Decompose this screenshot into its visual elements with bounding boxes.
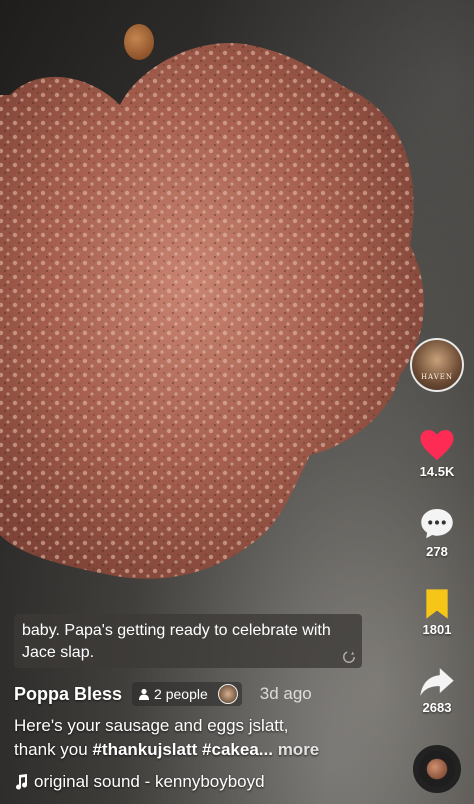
save-count: 1801 <box>422 622 452 637</box>
share-arrow-icon <box>420 668 454 696</box>
like-button[interactable]: 14.5K <box>400 428 474 479</box>
more-link[interactable]: more <box>278 740 320 759</box>
share-button[interactable]: 2683 <box>400 666 474 715</box>
hashtag-cakea[interactable]: #cakea... <box>202 740 273 759</box>
hashtag-thankujslatt[interactable]: #thankujslatt <box>92 740 197 759</box>
creator-meta-row: Poppa Bless 2 people 3d ago <box>14 682 312 706</box>
video-caption: baby. Papa's getting ready to celebrate … <box>22 622 331 661</box>
description-line-1: Here's your sausage and eggs jslatt, <box>14 716 289 735</box>
sound-row[interactable]: original sound - kennyboyboyd <box>14 772 265 792</box>
video-caption-box: baby. Papa's getting ready to celebrate … <box>14 614 362 668</box>
sausage-patty <box>0 43 424 579</box>
sound-disc[interactable] <box>413 745 461 793</box>
collab-chip[interactable]: 2 people <box>132 682 242 706</box>
creator-avatar[interactable]: HAVEN <box>410 338 464 392</box>
refresh-icon[interactable] <box>342 650 356 664</box>
collab-label: 2 people <box>154 686 208 702</box>
heart-icon <box>420 430 454 460</box>
save-button[interactable]: 1801 <box>400 588 474 637</box>
comment-count: 278 <box>426 544 448 559</box>
music-note-icon <box>16 774 28 790</box>
creator-username[interactable]: Poppa Bless <box>14 684 122 705</box>
like-count: 14.5K <box>419 464 455 479</box>
comment-button[interactable]: 278 <box>400 506 474 559</box>
bookmark-icon <box>426 589 448 619</box>
avatar-text: HAVEN <box>420 373 454 381</box>
person-icon <box>139 688 150 700</box>
description-line-2: thank you #thankujslatt #cakea... more <box>14 738 374 762</box>
collab-avatar <box>217 684 238 704</box>
post-date: 3d ago <box>259 684 312 703</box>
sound-label: original sound - kennyboyboyd <box>34 772 265 791</box>
share-count: 2683 <box>422 700 452 715</box>
description-text: thank you <box>14 740 93 759</box>
comment-icon <box>421 509 453 539</box>
video-description[interactable]: Here's your sausage and eggs jslatt, tha… <box>14 714 374 762</box>
